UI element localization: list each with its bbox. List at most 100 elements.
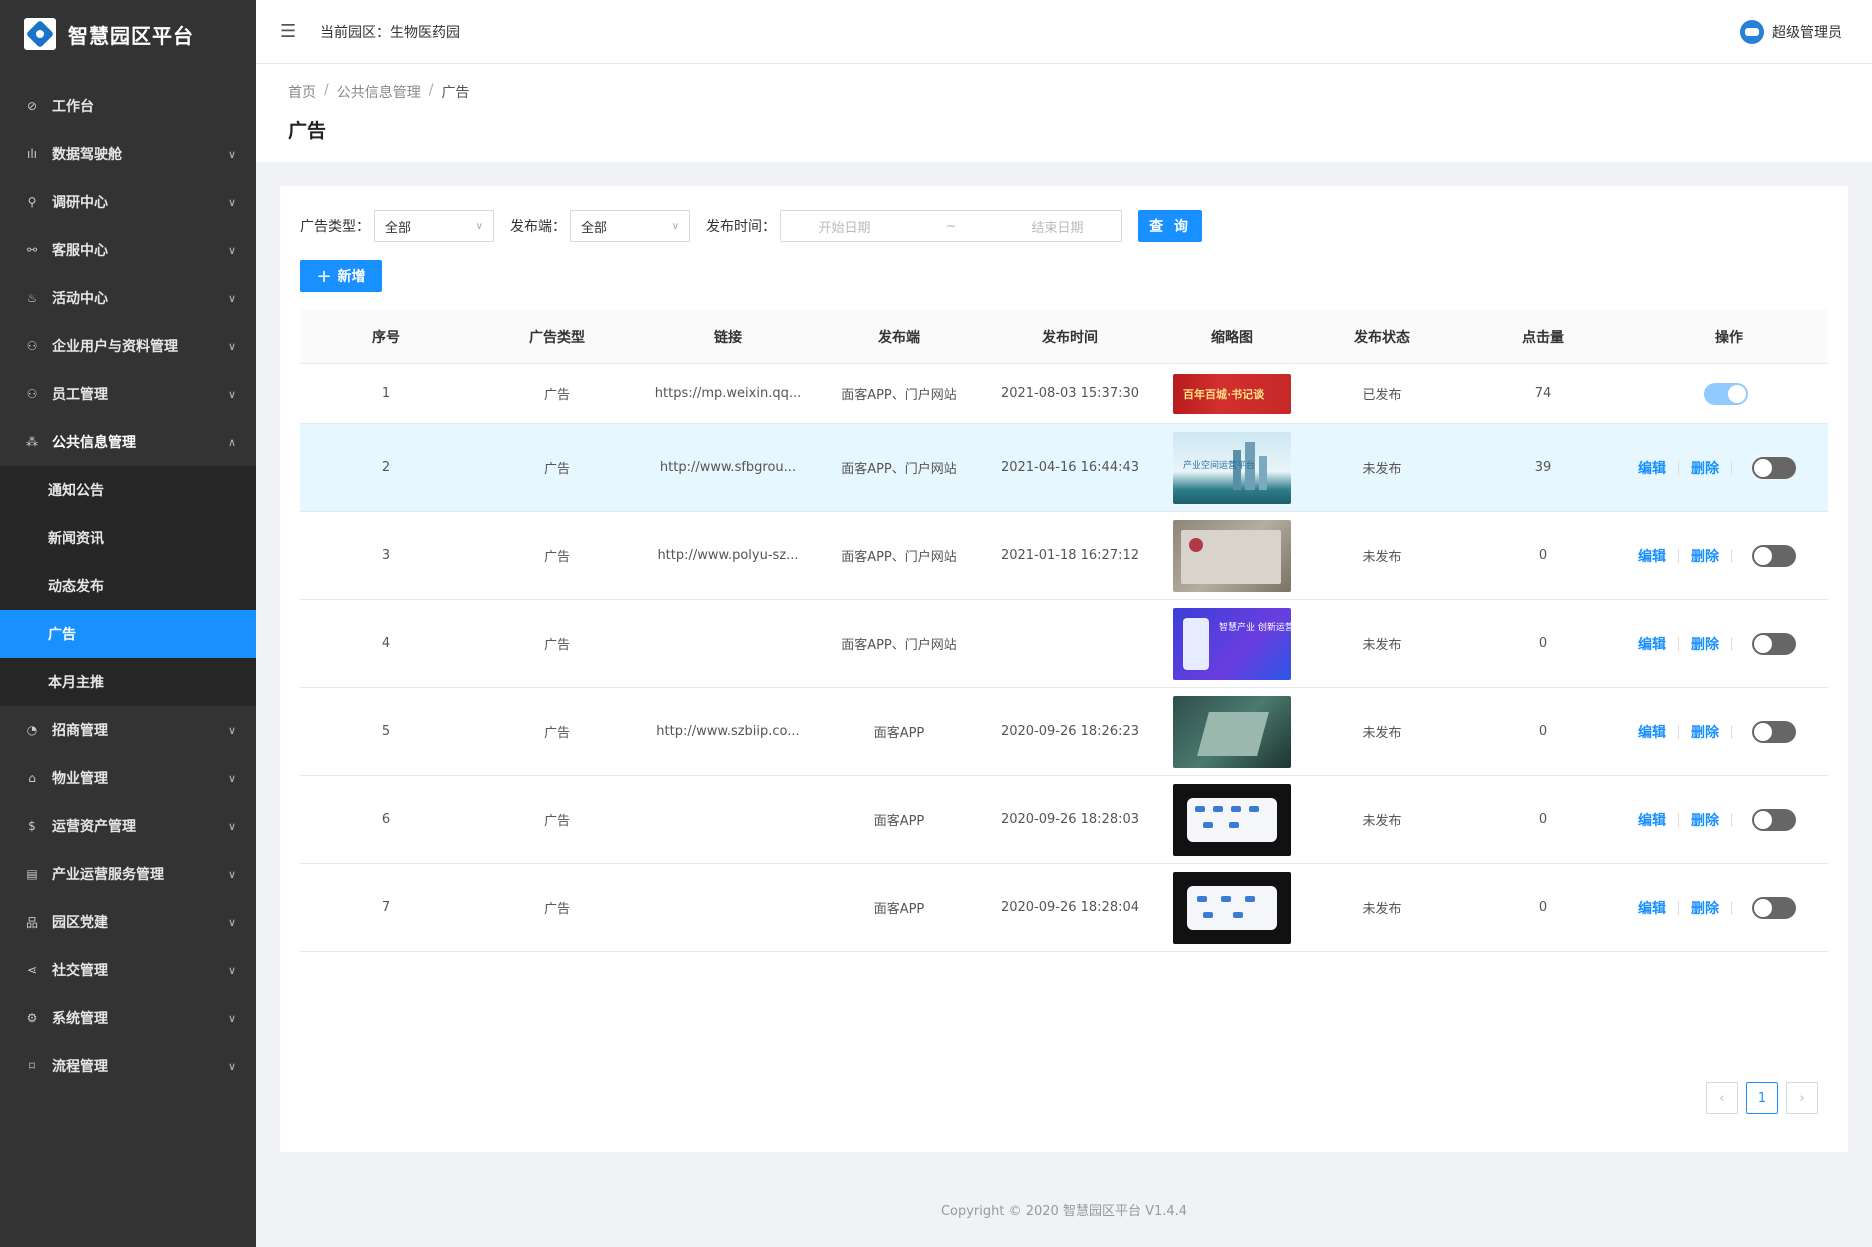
cluster-icon: ⁂ [26,435,38,449]
cell-clicks: 39 [1534,460,1552,475]
sidebar-item-15[interactable]: ⌑ 流程管理 ∨ [0,1042,256,1090]
chevron-down-icon: ∨ [227,867,236,881]
thumbnail-image[interactable] [1173,783,1291,856]
cell-publish-time: 2021-01-18 16:27:12 [1000,548,1140,563]
publish-toggle[interactable] [1752,456,1796,479]
edit-button[interactable]: 编辑 [1638,722,1666,742]
delete-button[interactable]: 删除 [1691,634,1719,654]
sidebar-item-5[interactable]: ⚇ 企业用户与资料管理 ∨ [0,322,256,370]
delete-button[interactable]: 删除 [1691,898,1719,918]
sidebar-item-label: 系统管理 [52,1011,108,1027]
sidebar-item-9[interactable]: ⌂ 物业管理 ∨ [0,754,256,802]
prev-page-button[interactable]: ‹ [1706,1082,1738,1114]
sidebar-item-11[interactable]: ▤ 产业运营服务管理 ∨ [0,850,256,898]
delete-button[interactable]: 删除 [1691,722,1719,742]
page-1-button[interactable]: 1 [1746,1082,1778,1114]
cell-actions: 编辑 删除 [1630,544,1828,567]
platform-select[interactable]: 全部 ∨ [570,210,690,242]
delete-button[interactable]: 删除 [1691,458,1719,478]
thumbnail-image[interactable]: 产业空间运营平台 [1173,431,1291,504]
cell-index: 7 [381,900,391,915]
edit-button[interactable]: 编辑 [1638,458,1666,478]
publish-toggle[interactable] [1752,720,1796,743]
sidebar-item-6[interactable]: ⚇ 员工管理 ∨ [0,370,256,418]
edit-button[interactable]: 编辑 [1638,898,1666,918]
logo[interactable]: 智慧园区平台 [0,0,256,68]
cell-ad-type: 广告 [543,814,570,829]
next-page-button[interactable]: › [1786,1082,1818,1114]
cell-ad-type: 广告 [543,726,570,741]
cell-clicks: 74 [1534,386,1552,401]
sidebar-item-1[interactable]: ılı 数据驾驶舱 ∨ [0,130,256,178]
share-icon: ⋖ [26,963,38,977]
thumbnail-image[interactable] [1173,871,1291,944]
edit-button[interactable]: 编辑 [1638,546,1666,566]
cell-index: 1 [381,386,391,401]
link-icon: ⚯ [26,243,38,257]
sidebar-item-14[interactable]: ⚙ 系统管理 ∨ [0,994,256,1042]
table-header: 序号 广告类型 链接 发布端 发布时间 缩略图 发布状态 点击量 操作 [300,310,1828,364]
edit-button[interactable]: 编辑 [1638,634,1666,654]
thumb-text: 百年百城·书记谈 [1183,387,1265,401]
chevron-down-icon: ∨ [227,963,236,977]
dollar-icon: $ [28,819,36,833]
thumbnail-image[interactable] [1173,519,1291,592]
submenu-item-4[interactable]: 本月主推 [0,658,256,706]
thumbnail-image[interactable]: 百年百城·书记谈 [1173,373,1291,414]
cell-clicks: 0 [1538,548,1548,563]
start-date-input[interactable]: 开始日期 [819,217,871,236]
sidebar-item-label: 企业用户与资料管理 [52,339,178,355]
cell-platform: 面客APP、门户网站 [841,462,957,477]
end-date-input[interactable]: 结束日期 [1031,217,1083,236]
current-park-label[interactable]: 当前园区：生物医药园 [320,22,460,42]
chevron-down-icon: ∨ [227,243,236,257]
publish-toggle[interactable] [1752,544,1796,567]
sidebar-item-label: 物业管理 [52,771,108,787]
cell-thumbnail [1156,695,1308,768]
submenu: 通知公告 新闻资讯 动态发布 广告 本月主推 [0,466,256,706]
chevron-down-icon: ∨ [227,1011,236,1025]
submenu-item-0[interactable]: 通知公告 [0,466,256,514]
publish-toggle[interactable] [1752,808,1796,831]
cell-publish-time: 2021-08-03 15:37:30 [1000,386,1140,401]
breadcrumb-section[interactable]: 公共信息管理 [337,82,421,102]
sidebar-item-13[interactable]: ⋖ 社交管理 ∨ [0,946,256,994]
sidebar-item-7[interactable]: ⁂ 公共信息管理 ∧ [0,418,256,466]
page-title: 广告 [288,120,327,142]
content-card: 广告类型： 全部 ∨ 发布端： 全部 ∨ 发布时间： 开始日期 ~ 结束日期 查… [280,186,1848,1152]
delete-button[interactable]: 删除 [1691,546,1719,566]
publish-toggle[interactable] [1752,896,1796,919]
submenu-item-3[interactable]: 广告 [0,610,256,658]
delete-button[interactable]: 删除 [1691,810,1719,830]
add-button[interactable]: + 新增 [300,260,382,292]
avatar [1740,20,1764,44]
cell-actions: 编辑 删除 [1630,808,1828,831]
submenu-item-1[interactable]: 新闻资讯 [0,514,256,562]
action-divider [1678,900,1679,915]
publish-toggle[interactable] [1704,382,1748,405]
date-range-picker[interactable]: 开始日期 ~ 结束日期 [780,210,1122,242]
ad-type-select[interactable]: 全部 ∨ [374,210,494,242]
thumbnail-image[interactable]: 智慧产业 创新运营 [1173,607,1291,680]
sidebar-item-0[interactable]: ⊘ 工作台 [0,82,256,130]
publish-toggle[interactable] [1752,632,1796,655]
sidebar-item-label: 员工管理 [52,387,108,403]
submenu-item-2[interactable]: 动态发布 [0,562,256,610]
cell-link: https://mp.weixin.qq... [654,386,802,401]
cell-ad-type: 广告 [543,550,570,565]
breadcrumb-home[interactable]: 首页 [288,82,316,102]
cell-thumbnail [1156,783,1308,856]
edit-button[interactable]: 编辑 [1638,810,1666,830]
sidebar-item-10[interactable]: $ 运营资产管理 ∨ [0,802,256,850]
query-button[interactable]: 查 询 [1138,210,1202,242]
sidebar-item-12[interactable]: 品园区党建 ∨ [0,898,256,946]
cell-status: 未发布 [1362,902,1402,917]
menu-fold-icon[interactable]: ☰ [280,21,300,42]
sidebar-item-3[interactable]: ⚯ 客服中心 ∨ [0,226,256,274]
user-menu[interactable]: 超级管理员 [1740,20,1842,44]
sidebar-item-4[interactable]: ♨ 活动中心 ∨ [0,274,256,322]
table-row: 2 广告 http://www.sfbgrou... 面客APP、门户网站 2021-0… [300,424,1828,512]
sidebar-item-8[interactable]: ◔ 招商管理 ∨ [0,706,256,754]
sidebar-item-2[interactable]: ⚲ 调研中心 ∨ [0,178,256,226]
thumbnail-image[interactable] [1173,695,1291,768]
